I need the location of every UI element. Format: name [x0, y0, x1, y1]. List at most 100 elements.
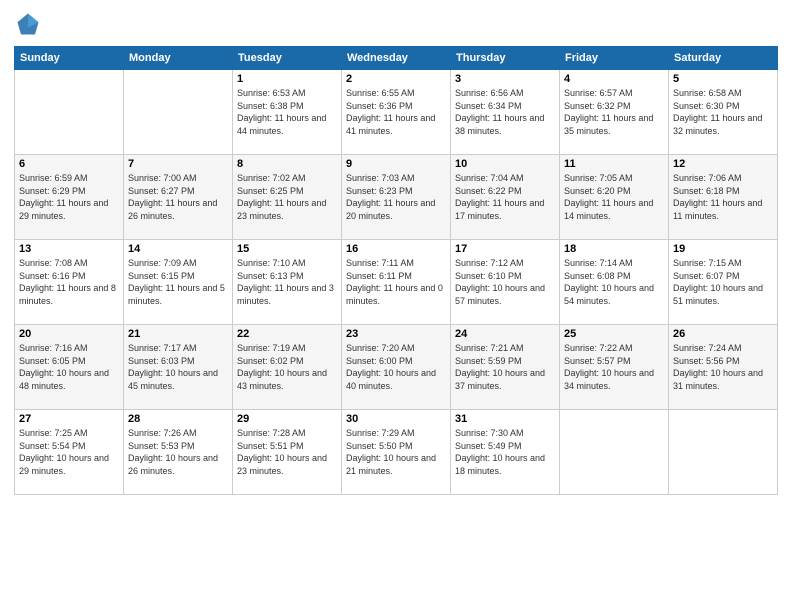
day-number: 7: [128, 158, 228, 170]
day-number: 25: [564, 328, 664, 340]
page-container: SundayMondayTuesdayWednesdayThursdayFrid…: [0, 0, 792, 503]
calendar-cell: 29 Sunrise: 7:28 AM Sunset: 5:51 PM Dayli…: [233, 410, 342, 495]
calendar-cell: [15, 70, 124, 155]
calendar-cell: 31Sunrise: 7:30 AM Sunset: 5:49 PM Dayli…: [451, 410, 560, 495]
day-number: 26: [673, 328, 773, 340]
day-info: Sunrise: 7:22 AM Sunset: 5:57 PM Dayligh…: [564, 342, 664, 392]
day-number: 28: [128, 413, 228, 425]
calendar-cell: 30Sunrise: 7:29 AM Sunset: 5:50 PM Dayli…: [342, 410, 451, 495]
day-info: Sunrise: 7:08 AM Sunset: 6:16 PM Dayligh…: [19, 257, 119, 307]
day-info: Sunrise: 6:59 AM Sunset: 6:29 PM Dayligh…: [19, 172, 119, 222]
day-info: Sunrise: 7:15 AM Sunset: 6:07 PM Dayligh…: [673, 257, 773, 307]
day-info: Sunrise: 7:03 AM Sunset: 6:23 PM Dayligh…: [346, 172, 446, 222]
calendar-week-row: 27Sunrise: 7:25 AM Sunset: 5:54 PM Dayli…: [15, 410, 778, 495]
calendar-cell: 7 Sunrise: 7:00 AM Sunset: 6:27 PM Daylig…: [124, 155, 233, 240]
calendar-header-row: SundayMondayTuesdayWednesdayThursdayFrid…: [15, 47, 778, 70]
day-info: Sunrise: 7:09 AM Sunset: 6:15 PM Dayligh…: [128, 257, 228, 307]
day-info: Sunrise: 7:19 AM Sunset: 6:02 PM Dayligh…: [237, 342, 337, 392]
day-number: 9: [346, 158, 446, 170]
calendar-cell: 23 Sunrise: 7:20 AM Sunset: 6:00 PM Dayli…: [342, 325, 451, 410]
calendar-cell: [124, 70, 233, 155]
calendar-cell: 14 Sunrise: 7:09 AM Sunset: 6:15 PM Dayli…: [124, 240, 233, 325]
calendar-cell: 26 Sunrise: 7:24 AM Sunset: 5:56 PM Dayli…: [669, 325, 778, 410]
calendar-cell: 17 Sunrise: 7:12 AM Sunset: 6:10 PM Dayli…: [451, 240, 560, 325]
day-info: Sunrise: 7:12 AM Sunset: 6:10 PM Dayligh…: [455, 257, 555, 307]
calendar-cell: 2 Sunrise: 6:55 AM Sunset: 6:36 PM Daylig…: [342, 70, 451, 155]
day-info: Sunrise: 7:17 AM Sunset: 6:03 PM Dayligh…: [128, 342, 228, 392]
calendar-cell: 6 Sunrise: 6:59 AM Sunset: 6:29 PM Daylig…: [15, 155, 124, 240]
calendar-cell: 21 Sunrise: 7:17 AM Sunset: 6:03 PM Dayli…: [124, 325, 233, 410]
calendar-cell: 16Sunrise: 7:11 AM Sunset: 6:11 PM Dayli…: [342, 240, 451, 325]
day-number: 10: [455, 158, 555, 170]
day-number: 22: [237, 328, 337, 340]
day-number: 19: [673, 243, 773, 255]
day-info: Sunrise: 7:00 AM Sunset: 6:27 PM Dayligh…: [128, 172, 228, 222]
day-number: 12: [673, 158, 773, 170]
calendar-cell: 11 Sunrise: 7:05 AM Sunset: 6:20 PM Dayli…: [560, 155, 669, 240]
calendar-cell: 27Sunrise: 7:25 AM Sunset: 5:54 PM Dayli…: [15, 410, 124, 495]
calendar-cell: [669, 410, 778, 495]
calendar-week-row: 20 Sunrise: 7:16 AM Sunset: 6:05 PM Dayli…: [15, 325, 778, 410]
day-number: 13: [19, 243, 119, 255]
calendar-header-tuesday: Tuesday: [233, 47, 342, 70]
day-info: Sunrise: 7:16 AM Sunset: 6:05 PM Dayligh…: [19, 342, 119, 392]
day-info: Sunrise: 6:56 AM Sunset: 6:34 PM Dayligh…: [455, 87, 555, 137]
day-info: Sunrise: 7:14 AM Sunset: 6:08 PM Dayligh…: [564, 257, 664, 307]
day-info: Sunrise: 7:04 AM Sunset: 6:22 PM Dayligh…: [455, 172, 555, 222]
day-number: 2: [346, 73, 446, 85]
day-info: Sunrise: 7:06 AM Sunset: 6:18 PM Dayligh…: [673, 172, 773, 222]
day-info: Sunrise: 7:05 AM Sunset: 6:20 PM Dayligh…: [564, 172, 664, 222]
day-info: Sunrise: 7:10 AM Sunset: 6:13 PM Dayligh…: [237, 257, 337, 307]
calendar-header-sunday: Sunday: [15, 47, 124, 70]
calendar-cell: 28 Sunrise: 7:26 AM Sunset: 5:53 PM Dayli…: [124, 410, 233, 495]
day-info: Sunrise: 7:26 AM Sunset: 5:53 PM Dayligh…: [128, 427, 228, 477]
calendar-week-row: 1 Sunrise: 6:53 AM Sunset: 6:38 PM Daylig…: [15, 70, 778, 155]
day-info: Sunrise: 7:02 AM Sunset: 6:25 PM Dayligh…: [237, 172, 337, 222]
calendar-cell: 5 Sunrise: 6:58 AM Sunset: 6:30 PM Daylig…: [669, 70, 778, 155]
calendar-cell: 24 Sunrise: 7:21 AM Sunset: 5:59 PM Dayli…: [451, 325, 560, 410]
day-number: 23: [346, 328, 446, 340]
calendar-cell: 20 Sunrise: 7:16 AM Sunset: 6:05 PM Dayli…: [15, 325, 124, 410]
calendar-cell: 12 Sunrise: 7:06 AM Sunset: 6:18 PM Dayli…: [669, 155, 778, 240]
day-info: Sunrise: 6:57 AM Sunset: 6:32 PM Dayligh…: [564, 87, 664, 137]
day-number: 3: [455, 73, 555, 85]
day-info: Sunrise: 7:28 AM Sunset: 5:51 PM Dayligh…: [237, 427, 337, 477]
day-info: Sunrise: 6:58 AM Sunset: 6:30 PM Dayligh…: [673, 87, 773, 137]
calendar-cell: [560, 410, 669, 495]
day-number: 6: [19, 158, 119, 170]
day-info: Sunrise: 6:53 AM Sunset: 6:38 PM Dayligh…: [237, 87, 337, 137]
day-info: Sunrise: 7:21 AM Sunset: 5:59 PM Dayligh…: [455, 342, 555, 392]
day-number: 5: [673, 73, 773, 85]
calendar-cell: 25 Sunrise: 7:22 AM Sunset: 5:57 PM Dayli…: [560, 325, 669, 410]
day-number: 16: [346, 243, 446, 255]
day-number: 8: [237, 158, 337, 170]
calendar-cell: 9 Sunrise: 7:03 AM Sunset: 6:23 PM Daylig…: [342, 155, 451, 240]
calendar-header-friday: Friday: [560, 47, 669, 70]
day-number: 20: [19, 328, 119, 340]
calendar-header-wednesday: Wednesday: [342, 47, 451, 70]
day-info: Sunrise: 7:20 AM Sunset: 6:00 PM Dayligh…: [346, 342, 446, 392]
day-info: Sunrise: 6:55 AM Sunset: 6:36 PM Dayligh…: [346, 87, 446, 137]
day-info: Sunrise: 7:24 AM Sunset: 5:56 PM Dayligh…: [673, 342, 773, 392]
day-number: 30: [346, 413, 446, 425]
calendar-table: SundayMondayTuesdayWednesdayThursdayFrid…: [14, 46, 778, 495]
day-number: 15: [237, 243, 337, 255]
calendar-header-saturday: Saturday: [669, 47, 778, 70]
day-number: 21: [128, 328, 228, 340]
calendar-cell: 19 Sunrise: 7:15 AM Sunset: 6:07 PM Dayli…: [669, 240, 778, 325]
calendar-cell: 15 Sunrise: 7:10 AM Sunset: 6:13 PM Dayli…: [233, 240, 342, 325]
day-number: 17: [455, 243, 555, 255]
day-number: 4: [564, 73, 664, 85]
day-number: 24: [455, 328, 555, 340]
calendar-week-row: 13 Sunrise: 7:08 AM Sunset: 6:16 PM Dayli…: [15, 240, 778, 325]
day-number: 11: [564, 158, 664, 170]
day-number: 1: [237, 73, 337, 85]
day-number: 14: [128, 243, 228, 255]
calendar-cell: 18Sunrise: 7:14 AM Sunset: 6:08 PM Dayli…: [560, 240, 669, 325]
day-number: 29: [237, 413, 337, 425]
calendar-header-thursday: Thursday: [451, 47, 560, 70]
calendar-header-monday: Monday: [124, 47, 233, 70]
day-info: Sunrise: 7:25 AM Sunset: 5:54 PM Dayligh…: [19, 427, 119, 477]
logo: [14, 10, 46, 38]
calendar-cell: 13 Sunrise: 7:08 AM Sunset: 6:16 PM Dayli…: [15, 240, 124, 325]
